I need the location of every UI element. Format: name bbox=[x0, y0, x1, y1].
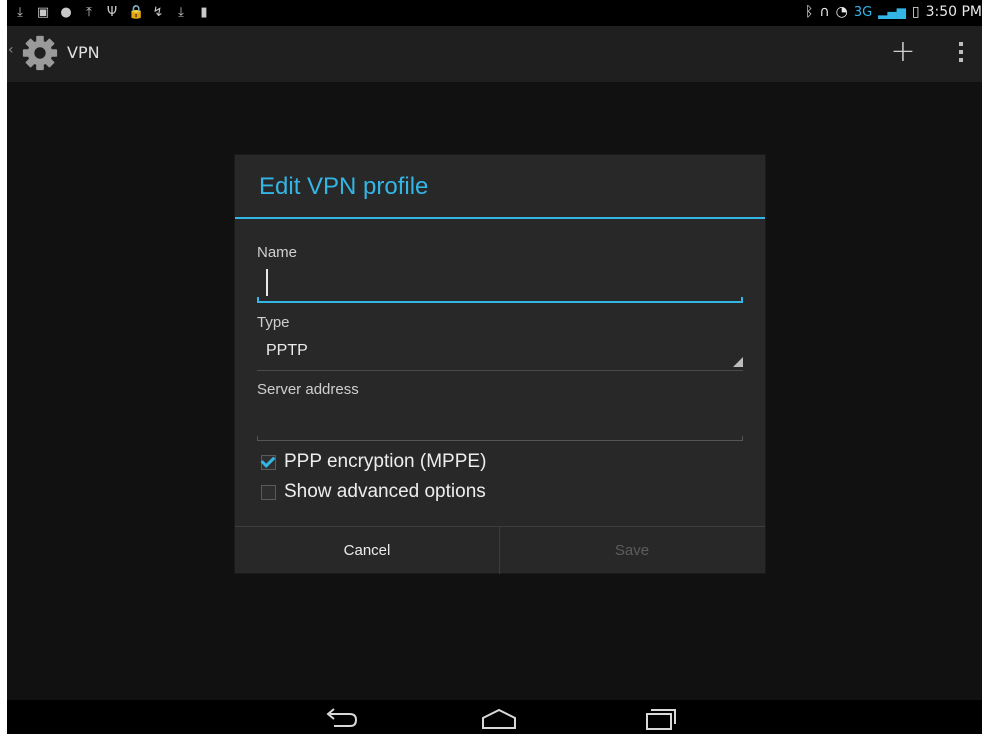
type-spinner[interactable]: PPTP bbox=[257, 340, 743, 371]
dialog-button-bar: Cancel Save bbox=[235, 526, 765, 574]
dropdown-arrow-icon bbox=[733, 357, 743, 367]
advanced-options-label: Show advanced options bbox=[284, 481, 486, 502]
ppp-encryption-option[interactable]: PPP encryption (MPPE) bbox=[261, 451, 486, 473]
image-icon: ▣ bbox=[36, 5, 50, 20]
home-icon[interactable] bbox=[477, 704, 521, 732]
advanced-options-checkbox[interactable] bbox=[261, 484, 276, 500]
edit-vpn-dialog: Edit VPN profile Name Type PPTP Server a… bbox=[235, 155, 765, 574]
add-icon[interactable]: + bbox=[885, 36, 921, 68]
notification-icons: ⤓ ▣ ● ⤒ Ψ 🔒 ↯ ⤓ ▮ bbox=[13, 5, 211, 21]
clock: 3:50 PM bbox=[925, 4, 982, 20]
navigation-bar bbox=[7, 700, 982, 734]
advanced-options-option[interactable]: Show advanced options bbox=[261, 481, 486, 503]
sd-card-icon: ▮ bbox=[200, 5, 208, 20]
back-icon[interactable] bbox=[320, 704, 364, 732]
server-address-label: Server address bbox=[257, 381, 359, 398]
status-bar: ⤓ ▣ ● ⤒ Ψ 🔒 ↯ ⤓ ▮ ᛒ ∩ ◔ 3G ▂▄▆ ▯ 3:50 PM bbox=[7, 0, 982, 26]
type-label: Type bbox=[257, 314, 290, 331]
android-screen: ⤓ ▣ ● ⤒ Ψ 🔒 ↯ ⤓ ▮ ᛒ ∩ ◔ 3G ▂▄▆ ▯ 3:50 PM… bbox=[7, 0, 982, 734]
settings-gear-icon[interactable] bbox=[21, 34, 59, 72]
download-icon: ⤓ bbox=[178, 5, 184, 20]
server-address-field[interactable] bbox=[257, 405, 743, 441]
missed-call-icon: ↯ bbox=[152, 5, 164, 20]
wifi-icon: ◔ bbox=[835, 4, 848, 20]
dialog-title: Edit VPN profile bbox=[259, 173, 429, 200]
name-label: Name bbox=[257, 244, 298, 261]
download-icon: ⤓ bbox=[17, 5, 23, 20]
lock-icon: 🔒 bbox=[128, 5, 145, 20]
signal-icon: ▂▄▆ bbox=[878, 5, 906, 19]
name-field[interactable] bbox=[257, 267, 743, 303]
battery-icon: ▯ bbox=[911, 4, 920, 20]
upload-icon: ⤒ bbox=[86, 5, 92, 20]
status-icons-right: ᛒ ∩ ◔ 3G ▂▄▆ ▯ 3:50 PM bbox=[805, 4, 982, 20]
title-divider bbox=[235, 217, 765, 219]
save-button[interactable]: Save bbox=[500, 527, 764, 574]
headset-icon: ∩ bbox=[819, 4, 830, 20]
ppp-encryption-label: PPP encryption (MPPE) bbox=[284, 451, 487, 472]
text-cursor bbox=[266, 269, 268, 296]
alert-icon: ● bbox=[60, 5, 72, 20]
type-value: PPTP bbox=[266, 342, 308, 359]
ppp-encryption-checkbox[interactable] bbox=[261, 454, 276, 470]
cancel-button[interactable]: Cancel bbox=[235, 527, 499, 574]
usb-icon: Ψ bbox=[106, 5, 118, 20]
bluetooth-icon: ᛒ bbox=[804, 4, 814, 20]
up-caret-icon[interactable]: ‹ bbox=[8, 42, 14, 58]
recent-apps-icon[interactable] bbox=[639, 704, 683, 732]
action-bar: ‹ VPN + bbox=[7, 26, 982, 82]
action-bar-title: VPN bbox=[67, 43, 100, 62]
network-type: 3G bbox=[853, 4, 873, 20]
overflow-menu-icon[interactable] bbox=[954, 42, 968, 68]
